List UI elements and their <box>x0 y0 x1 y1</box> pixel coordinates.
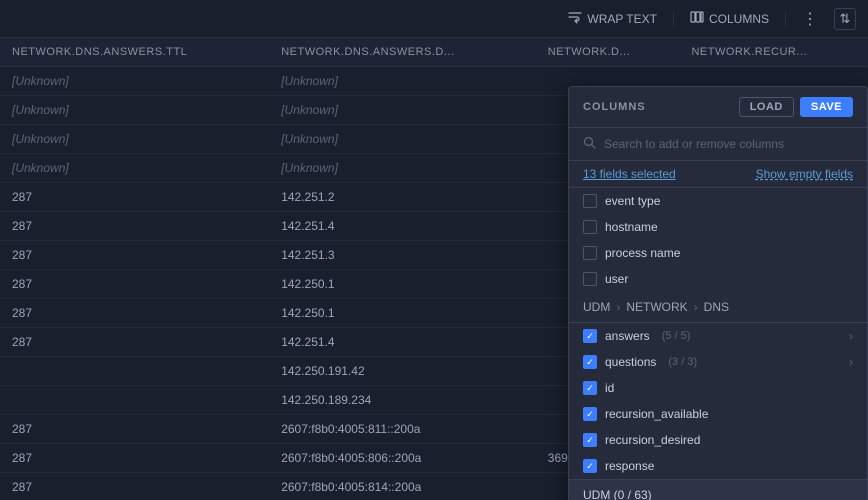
toolbar-separator-2 <box>785 11 786 27</box>
field-checkbox[interactable] <box>583 381 597 395</box>
scroll-updown-button[interactable]: ⇅ <box>834 8 856 30</box>
search-input[interactable] <box>604 137 853 151</box>
field-label: id <box>605 381 614 395</box>
field-item-checked[interactable]: response <box>569 453 867 479</box>
field-item-unchecked[interactable]: event type <box>569 188 867 214</box>
save-button[interactable]: SAVE <box>800 97 853 117</box>
search-icon <box>583 136 596 152</box>
more-options-button[interactable]: ⋮ <box>802 9 818 29</box>
col-header-answers-d: NETWORK.DNS.ANSWERS.D... <box>269 38 536 67</box>
field-checkbox[interactable] <box>583 433 597 447</box>
field-item-checked[interactable]: id <box>569 375 867 401</box>
columns-button[interactable]: COLUMNS <box>690 10 769 27</box>
checked-field-list: answers (5 / 5) › questions (3 / 3) › id… <box>569 323 867 479</box>
wrap-text-button[interactable]: WRAP TEXT <box>568 10 657 27</box>
columns-label: COLUMNS <box>709 12 769 26</box>
toolbar: WRAP TEXT COLUMNS ⋮ ⇅ <box>0 0 868 38</box>
field-count: (5 / 5) <box>662 330 691 342</box>
field-item-unchecked[interactable]: process name <box>569 240 867 266</box>
field-checkbox[interactable] <box>583 272 597 286</box>
breadcrumb-network[interactable]: NETWORK <box>626 300 687 314</box>
field-checkbox[interactable] <box>583 355 597 369</box>
panel-buttons: LOAD SAVE <box>739 97 853 117</box>
field-item-left: answers (5 / 5) <box>583 329 841 343</box>
field-checkbox[interactable] <box>583 220 597 234</box>
col-header-recurse: NETWORK.RECUR... <box>679 38 868 67</box>
section-title: UDM (0 / 63) <box>583 488 708 500</box>
field-label: recursion_available <box>605 407 708 421</box>
field-label: event type <box>605 194 660 208</box>
field-item-checked[interactable]: questions (3 / 3) › <box>569 349 867 375</box>
breadcrumb-dns[interactable]: DNS <box>704 300 729 314</box>
field-label: user <box>605 272 628 286</box>
field-checkbox[interactable] <box>583 246 597 260</box>
breadcrumb-nav: UDM › NETWORK › DNS <box>569 292 867 323</box>
col-header-network-d: NETWORK.D... <box>536 38 680 67</box>
updown-icon: ⇅ <box>840 11 851 27</box>
more-icon: ⋮ <box>802 9 818 29</box>
field-checkbox[interactable] <box>583 407 597 421</box>
breadcrumb-udm[interactable]: UDM <box>583 300 610 314</box>
field-label: recursion_desired <box>605 433 700 447</box>
data-table-wrapper: NETWORK.DNS.ANSWERS.TTL NETWORK.DNS.ANSW… <box>0 38 868 500</box>
sections-container: UDM (0 / 63) Explore fields within UDM ‹… <box>569 479 867 500</box>
unchecked-field-list: event type hostname process name user <box>569 188 867 292</box>
wrap-text-label: WRAP TEXT <box>587 12 657 26</box>
field-item-checked[interactable]: answers (5 / 5) › <box>569 323 867 349</box>
field-item-left: questions (3 / 3) <box>583 355 841 369</box>
field-label: answers <box>605 329 650 343</box>
columns-icon <box>690 10 704 27</box>
field-item-unchecked[interactable]: user <box>569 266 867 292</box>
wrap-text-icon <box>568 10 582 27</box>
expand-arrow-icon[interactable]: › <box>849 355 853 369</box>
show-empty-fields[interactable]: Show empty fields <box>756 167 853 181</box>
section-arrow-icon: ‹ <box>848 494 853 500</box>
field-label: hostname <box>605 220 658 234</box>
field-count: (3 / 3) <box>668 356 697 368</box>
section-info: UDM (0 / 63) Explore fields within UDM <box>583 488 708 500</box>
search-row <box>569 128 867 161</box>
fields-meta: 13 fields selected Show empty fields <box>569 161 867 188</box>
load-button[interactable]: LOAD <box>739 97 794 117</box>
field-label: process name <box>605 246 680 260</box>
expand-arrow-icon[interactable]: › <box>849 329 853 343</box>
field-checkbox[interactable] <box>583 459 597 473</box>
field-item-checked[interactable]: recursion_desired <box>569 427 867 453</box>
columns-panel: COLUMNS LOAD SAVE 13 fields selected Sho… <box>568 86 868 500</box>
toolbar-separator-1 <box>673 11 674 27</box>
panel-title: COLUMNS <box>583 101 646 113</box>
col-header-ttl: NETWORK.DNS.ANSWERS.TTL <box>0 38 269 67</box>
field-label: response <box>605 459 654 473</box>
field-checkbox[interactable] <box>583 194 597 208</box>
field-label: questions <box>605 355 656 369</box>
field-item-checked[interactable]: recursion_available <box>569 401 867 427</box>
field-item-unchecked[interactable]: hostname <box>569 214 867 240</box>
panel-header: COLUMNS LOAD SAVE <box>569 87 867 128</box>
section-udm[interactable]: UDM (0 / 63) Explore fields within UDM ‹ <box>569 479 867 500</box>
fields-selected-link[interactable]: 13 fields selected <box>583 167 676 181</box>
field-checkbox[interactable] <box>583 329 597 343</box>
